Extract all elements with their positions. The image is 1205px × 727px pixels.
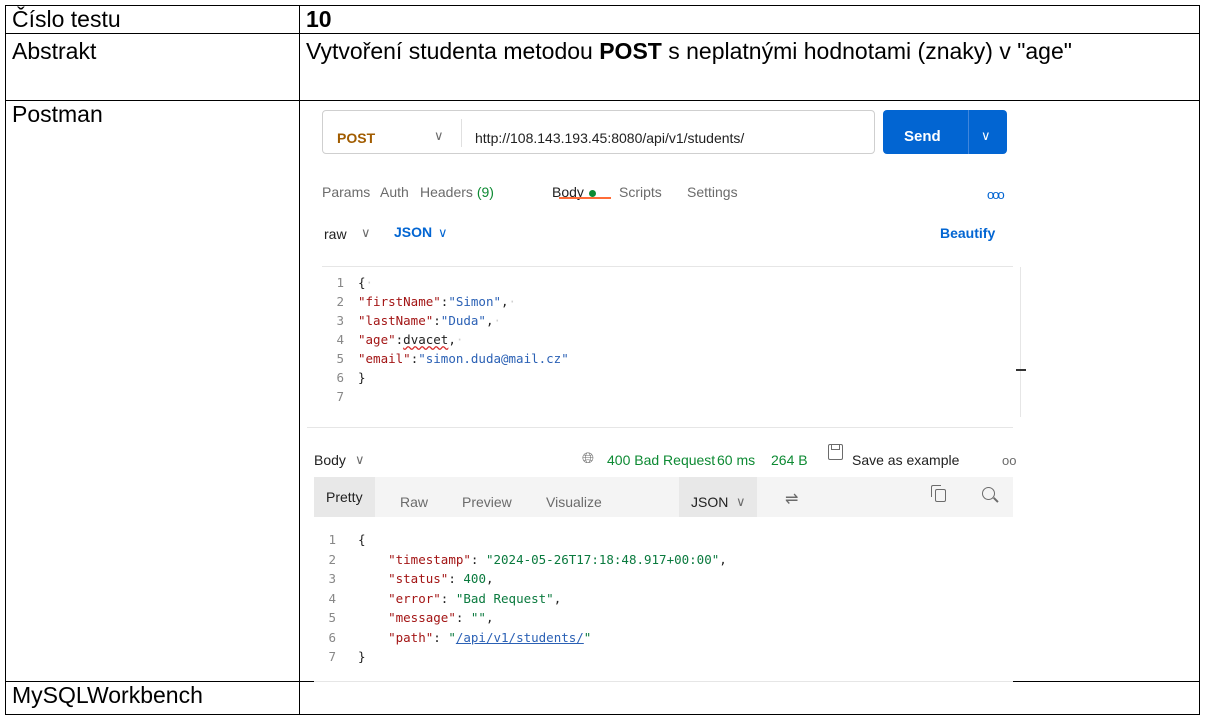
status-badge[interactable]: 400 Bad Request: [607, 447, 715, 474]
method-select[interactable]: POST: [337, 125, 375, 152]
chevron-down-icon[interactable]: ∨: [434, 122, 444, 149]
active-tab-indicator: [559, 197, 611, 199]
chevron-down-icon: ∨: [736, 494, 746, 509]
body-format-select[interactable]: JSON: [394, 219, 432, 246]
tab-settings[interactable]: Settings: [687, 179, 738, 206]
active-dot-icon: [588, 189, 596, 197]
divider: [461, 119, 462, 147]
line-number: 7: [328, 649, 336, 664]
url-input[interactable]: http://108.143.193.45:8080/api/v1/studen…: [475, 125, 744, 152]
response-body-select[interactable]: Body: [314, 447, 346, 474]
tab-raw[interactable]: Raw: [400, 489, 428, 516]
save-icon[interactable]: [828, 444, 843, 460]
globe-icon[interactable]: 🌐︎: [582, 445, 594, 472]
tab-headers[interactable]: Headers (9): [420, 179, 494, 206]
abstract-value: Vytvoření studenta metodou POST s neplat…: [299, 33, 1200, 101]
beautify-button[interactable]: Beautify: [940, 220, 995, 247]
tab-visualize[interactable]: Visualize: [546, 489, 602, 516]
abstract-label: Abstrakt: [5, 33, 300, 101]
response-time[interactable]: 60 ms: [717, 447, 755, 474]
chevron-down-icon[interactable]: ∨: [361, 219, 371, 246]
tab-pretty[interactable]: Pretty: [314, 477, 375, 517]
body-mode-select[interactable]: raw: [324, 221, 347, 248]
line-number: 7: [336, 389, 344, 404]
search-icon[interactable]: [982, 487, 995, 500]
url-bar: POST ∨ http://108.143.193.45:8080/api/v1…: [322, 110, 875, 154]
send-button[interactable]: Send ∨: [883, 110, 1007, 154]
editor-ruler: [1020, 267, 1021, 417]
mysql-label: MySQLWorkbench: [5, 681, 300, 715]
tab-auth[interactable]: Auth: [380, 179, 409, 206]
copy-icon[interactable]: [931, 485, 946, 502]
mysql-value: [299, 681, 1200, 715]
save-as-example-button[interactable]: Save as example: [852, 447, 959, 474]
tab-scripts[interactable]: Scripts: [619, 179, 662, 206]
chevron-down-icon[interactable]: ∨: [438, 219, 448, 246]
code-line[interactable]: "email":"simon.duda@mail.cz": [358, 345, 569, 372]
chevron-down-icon[interactable]: ∨: [981, 122, 991, 149]
response-size[interactable]: 264 B: [771, 447, 808, 474]
tab-params[interactable]: Params: [322, 179, 370, 206]
test-number-label: Číslo testu: [5, 5, 300, 34]
response-format-select[interactable]: JSON ∨: [679, 477, 757, 517]
tab-preview[interactable]: Preview: [462, 489, 512, 516]
divider: [968, 110, 969, 154]
abstract-method: POST: [599, 38, 662, 64]
headers-count: (9): [476, 184, 494, 200]
postman-screenshot-cell: POST ∨ http://108.143.193.45:8080/api/v1…: [299, 100, 1200, 682]
code-line: }: [358, 649, 366, 664]
test-number-value: 10: [299, 5, 1200, 34]
test-case-table: Číslo testu 10 Abstrakt Vytvoření studen…: [5, 5, 1200, 715]
code-line: "path": "/api/v1/students/": [388, 629, 592, 645]
chevron-down-icon[interactable]: ∨: [355, 446, 365, 473]
more-icon[interactable]: ooo: [987, 181, 1005, 208]
wrap-lines-icon[interactable]: ⇌: [785, 486, 798, 513]
scroll-marker: [1016, 369, 1026, 371]
tab-body[interactable]: Body: [552, 179, 596, 206]
postman-window: POST ∨ http://108.143.193.45:8080/api/v1…: [307, 101, 1026, 682]
more-icon[interactable]: oo: [1002, 447, 1016, 474]
postman-label: Postman: [5, 100, 300, 682]
response-view-bar: Pretty Raw Preview Visualize JSON ∨ ⇌: [314, 477, 1013, 517]
code-line[interactable]: }: [358, 364, 366, 391]
